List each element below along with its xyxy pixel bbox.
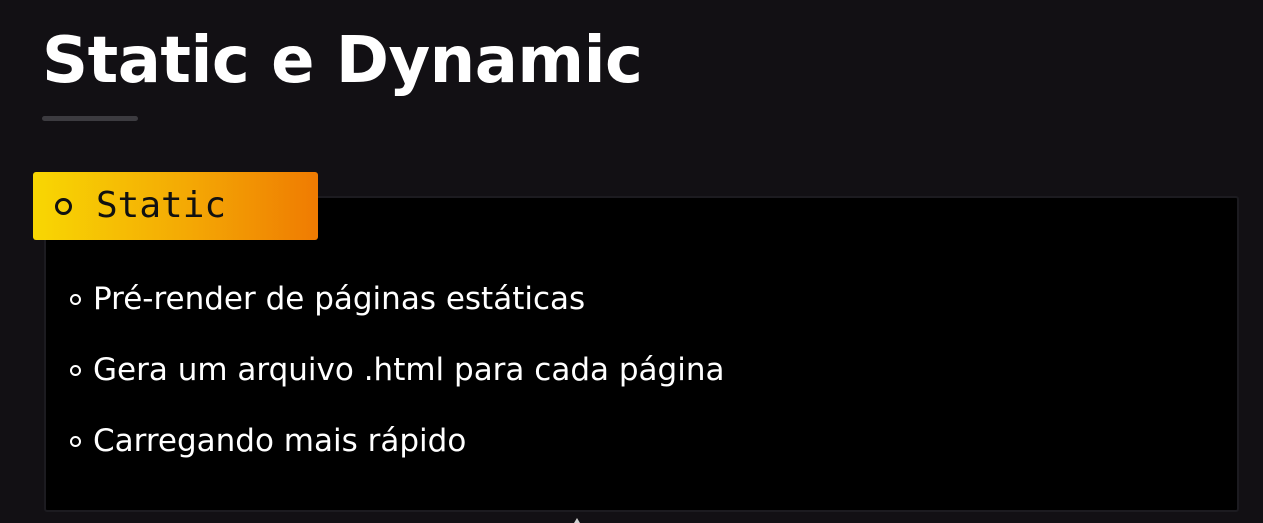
mouse-cursor-icon <box>574 518 580 523</box>
list-item-text: Carregando mais rápido <box>93 423 467 459</box>
list-item: Gera um arquivo .html para cada página <box>70 345 724 395</box>
slide-title: Static e Dynamic <box>42 24 643 98</box>
slide: Static e Dynamic Static Pré-render de pá… <box>0 0 1263 523</box>
list-item: Pré-render de páginas estáticas <box>70 274 724 324</box>
circle-bullet-icon <box>70 435 81 447</box>
list-item-text: Pré-render de páginas estáticas <box>93 281 586 317</box>
list-item-text: Gera um arquivo .html para cada página <box>93 352 725 388</box>
circle-bullet-icon <box>70 364 81 376</box>
section-badge-label: Static <box>96 185 227 226</box>
bullet-list: Pré-render de páginas estáticas Gera um … <box>70 274 724 487</box>
list-item: Carregando mais rápido <box>70 416 724 466</box>
section-badge: Static <box>33 172 318 240</box>
title-underline <box>42 116 138 121</box>
circle-bullet-icon <box>70 293 81 305</box>
circle-outline-icon <box>55 197 72 215</box>
